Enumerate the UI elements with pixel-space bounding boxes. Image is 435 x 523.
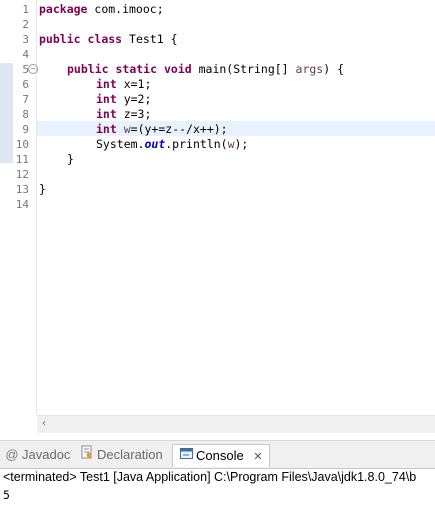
- code-line: int z=3;: [96, 107, 152, 121]
- console-output: 5: [3, 488, 10, 502]
- scroll-left-arrow-icon[interactable]: ‹: [42, 418, 46, 429]
- line-number: 9: [22, 123, 29, 136]
- code-line-current: int w=(y+=z--/x++);: [96, 122, 228, 136]
- code-line: int x=1;: [96, 77, 152, 91]
- line-number: 11: [15, 153, 29, 166]
- line-number: 6: [22, 78, 29, 91]
- close-icon[interactable]: ✕: [253, 451, 262, 463]
- horizontal-scrollbar[interactable]: ‹: [37, 415, 435, 433]
- code-line: public static void main(String[] args) {: [67, 62, 345, 76]
- line-number: 7: [22, 93, 29, 106]
- line-number: 3: [22, 33, 29, 46]
- fold-collapse-icon[interactable]: −: [28, 64, 38, 74]
- tab-label: Console: [196, 448, 244, 463]
- bottom-panel-tabbar: @ Javadoc Declaration Console ✕: [0, 440, 435, 469]
- code-line: }: [67, 152, 74, 166]
- line-number: 4: [22, 48, 29, 61]
- javadoc-icon: @: [5, 447, 19, 462]
- gutter-divider: [36, 0, 37, 415]
- code-editor[interactable]: 1 2 3 4 5 − 6 7 8 9 10 11 12 13 14 packa…: [0, 0, 435, 415]
- gutter-highlight: [0, 63, 13, 163]
- line-number: 12: [15, 168, 29, 181]
- console-status-text: <terminated> Test1 [Java Application] C:…: [3, 470, 417, 484]
- code-line: }: [39, 182, 46, 196]
- declaration-icon: [80, 444, 94, 466]
- line-number: 10: [15, 138, 29, 151]
- line-number: 13: [15, 183, 29, 196]
- line-number: 2: [22, 18, 29, 31]
- tab-label: Declaration: [97, 447, 163, 462]
- tab-label: Javadoc: [22, 447, 71, 462]
- line-number: 14: [15, 198, 29, 211]
- tab-console[interactable]: Console ✕: [172, 444, 270, 467]
- console-icon: [179, 445, 193, 467]
- tab-javadoc[interactable]: @ Javadoc: [5, 444, 70, 466]
- line-number: 5: [22, 63, 29, 76]
- code-line: public class Test1 {: [39, 32, 178, 46]
- line-number: 1: [22, 3, 29, 16]
- code-line: int y=2;: [96, 92, 152, 106]
- code-line: package com.imooc;: [39, 2, 164, 16]
- tab-declaration[interactable]: Declaration: [80, 444, 163, 466]
- code-line: System.out.println(w);: [96, 137, 249, 151]
- line-number: 8: [22, 108, 29, 121]
